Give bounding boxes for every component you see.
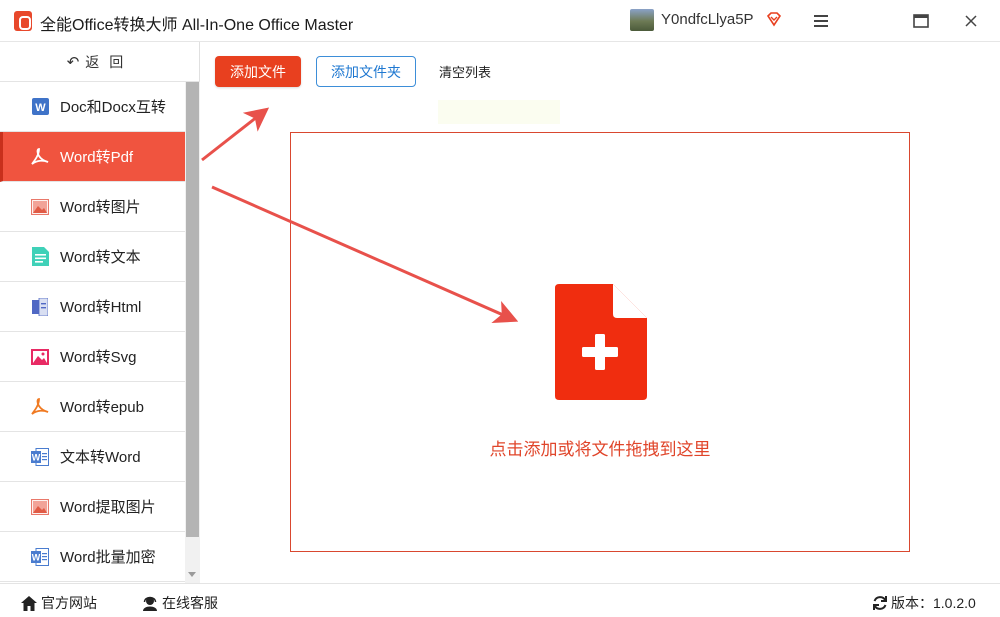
sidebar-item-word-epub[interactable]: Word转epub	[0, 382, 185, 432]
sidebar-item-label: Word转epub	[60, 399, 144, 416]
sidebar: ↶ 返回 W Doc和Docx互转 Word转Pdf Word转图片 Word转…	[0, 42, 200, 583]
sidebar-scrollbar[interactable]	[185, 82, 200, 583]
vip-diamond-icon[interactable]	[766, 11, 782, 27]
sidebar-item-doc-docx[interactable]: W Doc和Docx互转	[0, 82, 185, 132]
sidebar-item-label: Word转Pdf	[60, 149, 134, 166]
username[interactable]: Y0ndfcLlya5P	[661, 11, 754, 28]
back-label: 返回	[85, 53, 134, 70]
scrollbar-thumb[interactable]	[186, 82, 199, 537]
maximize-icon[interactable]	[908, 8, 934, 34]
sidebar-item-label: Word转Svg	[60, 349, 137, 366]
sidebar-item-word-image[interactable]: Word转图片	[0, 182, 185, 232]
back-button[interactable]: ↶ 返回	[0, 42, 200, 82]
word-icon: W	[30, 447, 50, 467]
add-document-icon	[555, 284, 647, 400]
image-extract-icon	[30, 497, 50, 517]
sidebar-item-word-text[interactable]: Word转文本	[0, 232, 185, 282]
arrow-to-add-file	[201, 107, 270, 162]
version-label: 版本：1.0.2.0	[891, 595, 976, 611]
sidebar-item-word-extract-image[interactable]: Word提取图片	[0, 482, 185, 532]
pdf-icon	[30, 147, 50, 167]
sidebar-item-word-svg[interactable]: Word转Svg	[0, 332, 185, 382]
sidebar-item-label: Word转图片	[60, 199, 141, 216]
sidebar-item-word-encrypt[interactable]: W Word批量加密	[0, 532, 185, 582]
sidebar-item-label: Word提取图片	[60, 499, 156, 516]
home-icon	[21, 595, 37, 611]
back-arrow-icon: ↶	[66, 53, 80, 71]
version-info[interactable]: 版本：1.0.2.0	[872, 593, 976, 613]
menu-icon[interactable]	[808, 8, 834, 34]
avatar[interactable]	[630, 9, 654, 31]
word-lock-icon: W	[30, 547, 50, 567]
customer-service-icon	[142, 595, 158, 611]
image-icon	[30, 197, 50, 217]
text-file-icon	[30, 247, 50, 267]
sidebar-item-word-html[interactable]: Word转Html	[0, 282, 185, 332]
online-service-label: 在线客服	[162, 595, 218, 611]
html-icon	[30, 297, 50, 317]
svg-image-icon	[30, 347, 50, 367]
sidebar-item-word-pdf[interactable]: Word转Pdf	[0, 132, 185, 182]
epub-icon	[30, 397, 50, 417]
sidebar-item-label: Doc和Docx互转	[60, 99, 166, 116]
status-bar: 官方网站 在线客服 版本：1.0.2.0	[0, 583, 1000, 617]
clear-list-button[interactable]: 清空列表	[432, 56, 498, 87]
faint-hint-area	[438, 100, 560, 124]
sidebar-item-label: Word转Html	[60, 299, 142, 316]
app-title: 全能Office转换大师 All-In-One Office Master	[40, 17, 354, 34]
add-file-button[interactable]: 添加文件	[215, 56, 301, 87]
sidebar-item-text-word[interactable]: W 文本转Word	[0, 432, 185, 482]
sidebar-item-label: Word转文本	[60, 249, 141, 266]
title-bar: 全能Office转换大师 All-In-One Office Master Y0…	[0, 0, 1000, 42]
app-logo-icon	[14, 11, 32, 31]
official-site-link[interactable]: 官方网站	[21, 593, 97, 613]
svg-text:W: W	[32, 452, 41, 462]
conversion-nav: W Doc和Docx互转 Word转Pdf Word转图片 Word转文本 Wo…	[0, 82, 185, 583]
word-doc-icon: W	[30, 97, 50, 117]
sidebar-item-label: Word批量加密	[60, 549, 156, 566]
scroll-down-icon[interactable]	[188, 572, 196, 577]
close-icon[interactable]	[958, 8, 984, 34]
svg-text:W: W	[32, 552, 41, 562]
add-folder-button[interactable]: 添加文件夹	[316, 56, 416, 87]
svg-text:W: W	[35, 102, 46, 114]
drop-zone-text: 点击添加或将文件拖拽到这里	[489, 440, 711, 459]
file-drop-zone[interactable]: 点击添加或将文件拖拽到这里	[290, 132, 910, 552]
refresh-icon	[872, 595, 888, 611]
online-service-link[interactable]: 在线客服	[142, 593, 218, 613]
official-site-label: 官方网站	[41, 595, 97, 611]
sidebar-item-label: 文本转Word	[60, 449, 141, 466]
